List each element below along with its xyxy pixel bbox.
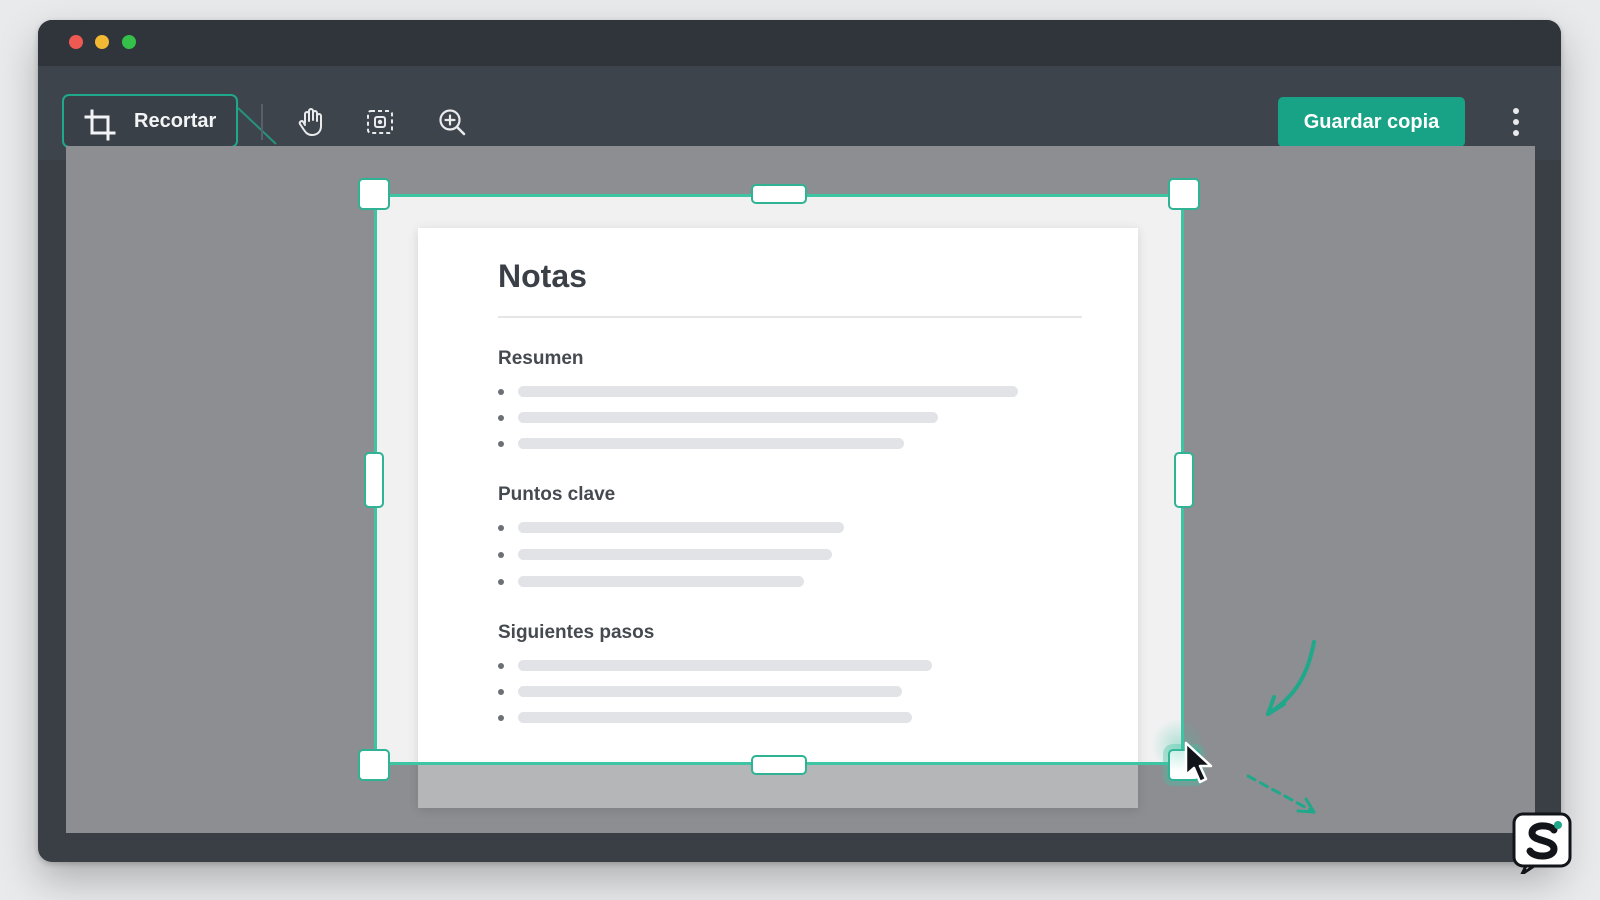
save-copy-button[interactable]: Guardar copia [1278,97,1465,147]
more-vertical-icon-dot [1513,130,1519,136]
crop-handle-top-left[interactable] [358,178,390,210]
crop-handle-bottom-left[interactable] [358,749,390,781]
more-vertical-icon-dot [1513,119,1519,125]
hand-icon [298,108,322,136]
crop-handle-right[interactable] [1174,452,1194,508]
more-vertical-icon [1513,108,1519,114]
zoom-in-icon [439,109,466,136]
crop-handle-bottom[interactable] [751,755,807,775]
crop-handle-top-right[interactable] [1168,178,1200,210]
pan-tool-button[interactable] [293,104,329,140]
more-options-button[interactable] [1504,102,1528,142]
crop-selection-frame[interactable] [374,194,1184,765]
editor-canvas[interactable]: Notas Resumen Puntos clave Siguientes pa… [66,146,1535,833]
app-logo-icon [1512,812,1572,874]
resize-hint-arrows [1246,640,1316,814]
maximize-window-button[interactable] [122,35,136,49]
select-region-icon [367,110,393,134]
toolbar-divider [261,104,263,140]
active-tool-indicator [237,107,277,145]
mouse-pointer-icon [1184,741,1213,784]
crop-tool-button[interactable]: Recortar [62,94,238,148]
crop-icon [84,109,116,141]
select-region-tool-button[interactable] [362,104,398,140]
crop-tool-label: Recortar [134,110,217,132]
close-window-button[interactable] [69,35,83,49]
crop-handle-left[interactable] [364,452,384,508]
minimize-window-button[interactable] [95,35,109,49]
crop-handle-top[interactable] [751,184,807,204]
zoom-in-tool-button[interactable] [434,104,470,140]
app-window: Recortar Guardar copia Notas Resumen Pun… [38,20,1561,862]
title-bar [38,20,1561,66]
